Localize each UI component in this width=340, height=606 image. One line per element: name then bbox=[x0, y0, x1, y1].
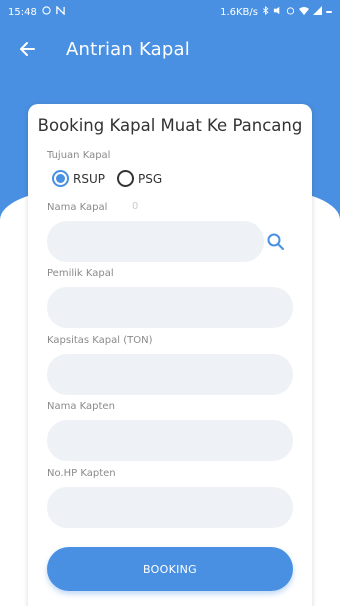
search-icon[interactable] bbox=[266, 232, 286, 252]
kapasitas-kapal-input[interactable] bbox=[47, 354, 293, 395]
radio-psg[interactable] bbox=[116, 170, 134, 187]
status-right: 1.6KB/s bbox=[220, 5, 332, 18]
booking-button[interactable]: BOOKING bbox=[47, 547, 293, 591]
nohp-kapten-input[interactable] bbox=[47, 487, 293, 528]
nohp-kapten-label: No.HP Kapten bbox=[47, 468, 116, 479]
bluetooth-icon bbox=[262, 5, 269, 18]
pemilik-kapal-label: Pemilik Kapal bbox=[47, 268, 114, 279]
kapasitas-kapal-label: Kapsitas Kapal (TON) bbox=[47, 335, 153, 346]
notification-n-icon bbox=[56, 5, 65, 18]
nama-kapten-label: Nama Kapten bbox=[47, 401, 115, 412]
battery-icon bbox=[326, 11, 332, 13]
pemilik-kapal-input[interactable] bbox=[47, 287, 293, 328]
nama-kapal-counter: 0 bbox=[132, 201, 139, 212]
form-title: Booking Kapal Muat Ke Pancang bbox=[37, 116, 303, 135]
network-speed: 1.6KB/s bbox=[220, 6, 258, 18]
page-title: Antrian Kapal bbox=[66, 38, 190, 60]
radio-option-psg[interactable]: PSG bbox=[116, 170, 163, 187]
radio-option-rsup[interactable]: RSUP bbox=[52, 170, 105, 187]
mute-icon bbox=[273, 6, 282, 18]
booking-form-card: Booking Kapal Muat Ke Pancang Tujuan Kap… bbox=[28, 104, 312, 606]
nama-kapal-label: Nama Kapal bbox=[47, 202, 108, 213]
nama-kapten-input[interactable] bbox=[47, 420, 293, 461]
nama-kapal-input[interactable] bbox=[47, 221, 264, 262]
signal-icon bbox=[313, 6, 322, 18]
wifi-icon bbox=[299, 6, 309, 18]
tujuan-kapal-label: Tujuan Kapal bbox=[47, 150, 111, 161]
status-time: 15:48 bbox=[8, 6, 37, 18]
arrow-left-icon[interactable] bbox=[16, 38, 38, 60]
radio-rsup[interactable] bbox=[52, 170, 69, 187]
app-bar: Antrian Kapal bbox=[0, 24, 340, 74]
status-bar: 15:48 1.6KB/s bbox=[0, 0, 340, 24]
status-left: 15:48 bbox=[8, 5, 65, 18]
alarm-icon bbox=[286, 6, 295, 18]
tujuan-kapal-radio-group: RSUP PSG bbox=[52, 170, 170, 187]
whatsapp-icon bbox=[42, 6, 51, 18]
radio-psg-label: PSG bbox=[137, 171, 163, 186]
radio-rsup-label: RSUP bbox=[73, 171, 105, 186]
